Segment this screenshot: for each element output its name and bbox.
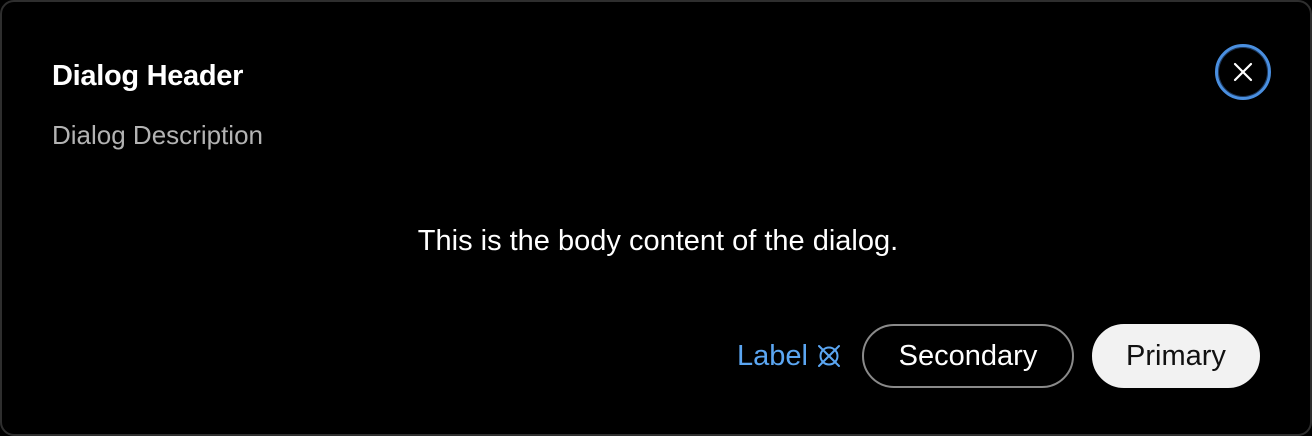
close-button[interactable] <box>1215 44 1271 100</box>
dialog-header: Dialog Header <box>52 60 244 92</box>
primary-button[interactable]: Primary <box>1092 324 1260 388</box>
label-link-text: Label <box>737 339 808 372</box>
label-link[interactable]: Label <box>737 340 844 373</box>
close-circle-outline-icon <box>814 341 844 371</box>
close-icon <box>1232 61 1254 83</box>
dialog-footer: Label Secondary Primary <box>737 324 1260 388</box>
dialog-body: This is the body content of the dialog. <box>417 225 899 257</box>
secondary-button[interactable]: Secondary <box>862 324 1074 388</box>
dialog: Dialog Header Dialog Description This is… <box>0 0 1312 436</box>
dialog-description: Dialog Description <box>52 120 263 150</box>
